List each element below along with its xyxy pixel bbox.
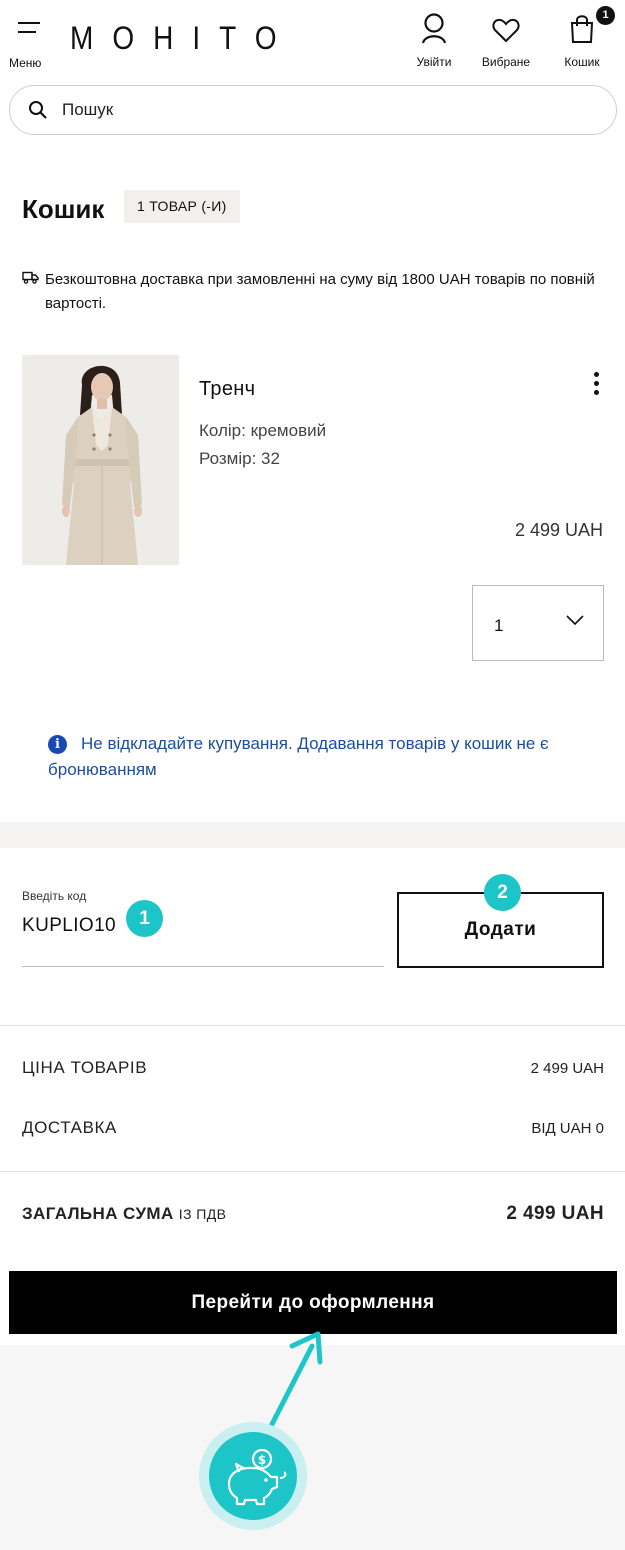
chevron-down-icon [566,615,584,626]
heart-icon [492,18,520,43]
delivery-label: ДОСТАВКА [22,1118,117,1137]
reservation-info-note: Не відкладайте купування. Додавання това… [48,731,578,783]
svg-text:$: $ [258,1453,266,1467]
page-title: Кошик [22,194,105,224]
step-marker-2: 2 [484,874,521,911]
login-button[interactable]: Увійти [404,12,464,72]
menu-label: Меню [9,56,42,70]
product-photo [22,355,179,565]
divider [0,1025,625,1026]
header: Меню MOHITO Увійти Вибране 1 Кошик [0,0,625,80]
product-name[interactable]: Тренч [199,378,255,401]
product-size: Розмір: 32 [199,449,280,468]
free-delivery-text: Безкоштовна доставка при замовленні на с… [45,271,595,312]
cart-label: Кошик [564,55,600,69]
search-input[interactable]: Пошук [9,85,617,135]
piggy-bank-button[interactable]: $ [209,1432,297,1520]
items-price-value: 2 499 UAH [530,1060,604,1077]
promo-code-input[interactable]: KUPLIO10 [22,915,116,937]
promo-code-underline [22,966,384,967]
cart-count-badge: 1 [596,6,615,25]
logo[interactable]: MOHITO [70,20,295,57]
user-icon [421,13,447,44]
more-options-button[interactable] [584,372,608,402]
quantity-select[interactable]: 1 [472,585,604,661]
product-color: Колір: кремовий [199,421,327,440]
total-label-group: ЗАГАЛЬНА СУМА ІЗ ПДВ [22,1204,226,1224]
login-label: Увійти [416,55,452,69]
delivery-row: ДОСТАВКА ВІД UAH 0 [22,1118,604,1138]
shopping-bag-icon [570,15,594,43]
menu-button[interactable]: Меню [6,18,50,72]
piggy-bank-icon: $ [227,1448,287,1506]
items-price-row: ЦІНА ТОВАРІВ 2 499 UAH [22,1058,604,1078]
divider [0,1171,625,1172]
delivery-value: ВІД UAH 0 [531,1120,604,1137]
search-placeholder: Пошук [62,100,114,119]
reservation-info-text: Не відкладайте купування. Додавання това… [48,734,549,779]
quantity-value: 1 [494,616,504,635]
favorites-label: Вибране [481,55,531,69]
promo-code-label: Введіть код [22,889,87,903]
search-icon [29,101,47,119]
total-vat-suffix: ІЗ ПДВ [178,1206,227,1222]
step-marker-1: 1 [126,900,163,937]
total-value: 2 499 UAH [506,1203,604,1224]
favorites-button[interactable]: Вибране [476,12,536,72]
free-delivery-note: Безкоштовна доставка при замовленні на с… [22,268,602,316]
items-price-label: ЦІНА ТОВАРІВ [22,1058,148,1077]
truck-icon [22,271,39,284]
product-image[interactable] [22,355,179,565]
total-label: ЗАГАЛЬНА СУМА [22,1204,174,1223]
cart-button[interactable]: 1 Кошик [552,6,615,72]
hamburger-icon [18,22,40,40]
product-price: 2 499 UAH [514,520,603,540]
section-separator [0,822,625,848]
total-row: ЗАГАЛЬНА СУМА ІЗ ПДВ 2 499 UAH [22,1203,604,1225]
item-count-badge: 1 ТОВАР (-И) [124,190,240,223]
